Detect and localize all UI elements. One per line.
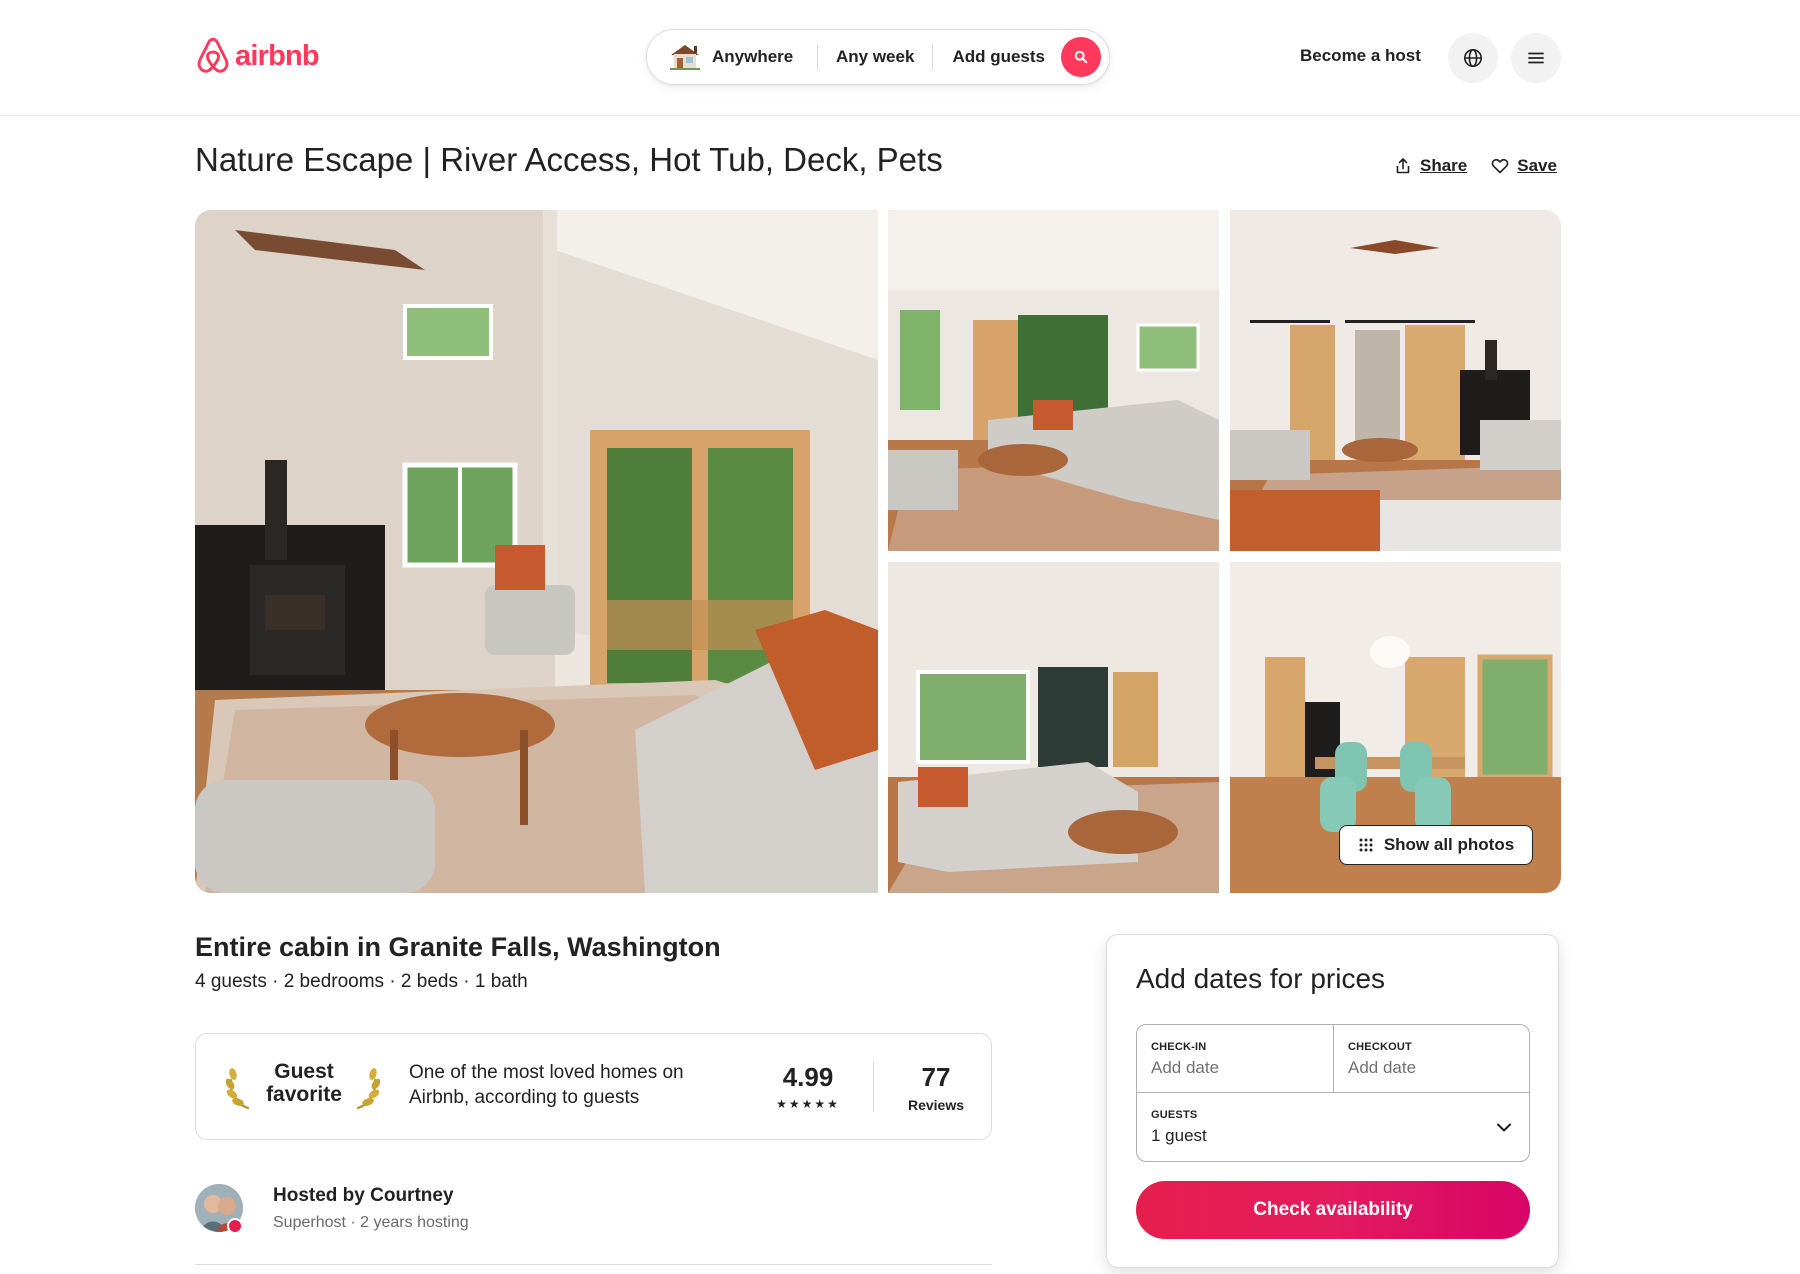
reviews-count[interactable]: 77	[896, 1062, 976, 1093]
listing-facts: 4 guests · 2 bedrooms · 2 beds · 1 bath	[195, 971, 528, 992]
search-icon	[1074, 50, 1088, 64]
show-all-photos-button[interactable]: Show all photos	[1339, 825, 1533, 865]
search-bar[interactable]: Anywhere Any week Add guests	[646, 29, 1110, 85]
booking-fields: CHECK-IN Add date CHECKOUT Add date GUES…	[1136, 1024, 1530, 1162]
search-button[interactable]	[1061, 37, 1101, 77]
house-icon	[670, 45, 700, 70]
photo-kitchen-view[interactable]	[888, 562, 1219, 893]
search-any-week[interactable]: Any week	[818, 47, 932, 67]
laurel-right-icon	[356, 1068, 380, 1110]
become-host-link[interactable]: Become a host	[1300, 46, 1421, 66]
checkin-field[interactable]: CHECK-IN Add date	[1137, 1025, 1334, 1093]
guests-value: 1 guest	[1151, 1126, 1207, 1145]
guest-favorite-description: One of the most loved homes on Airbnb, a…	[409, 1062, 684, 1108]
laurel-left-icon	[226, 1068, 250, 1110]
show-all-photos-label: Show all photos	[1383, 835, 1515, 854]
photo-main-living-room[interactable]	[195, 210, 878, 893]
photo-barn-doors[interactable]	[1230, 210, 1561, 551]
guests-dropdown[interactable]: GUESTS 1 guest	[1137, 1093, 1529, 1161]
logo-text: airbnb	[235, 39, 320, 72]
checkout-label: CHECKOUT	[1348, 1041, 1412, 1053]
airbnb-logo-icon	[197, 37, 229, 73]
checkout-field[interactable]: CHECKOUT Add date	[1334, 1025, 1530, 1093]
save-button[interactable]: Save	[1491, 156, 1557, 176]
checkin-value: Add date	[1151, 1058, 1220, 1077]
guest-favorite-line2: favorite	[266, 1083, 342, 1106]
listing-title: Nature Escape | River Access, Hot Tub, D…	[195, 141, 943, 178]
booking-card: Add dates for prices CHECK-IN Add date C…	[1106, 934, 1559, 1268]
grid-dots-icon	[1359, 838, 1373, 852]
share-icon	[1396, 158, 1410, 174]
share-label: Share	[1420, 156, 1468, 175]
card-divider	[873, 1061, 874, 1112]
rating-stars: ★★★★★	[776, 1097, 840, 1111]
search-anywhere[interactable]: Anywhere	[647, 42, 817, 72]
main-menu-button[interactable]	[1511, 33, 1561, 83]
reviews-label[interactable]: Reviews	[896, 1097, 976, 1113]
photo-sectional-sofa[interactable]	[888, 210, 1219, 551]
hosted-by-text: Hosted by Courtney	[273, 1185, 454, 1206]
superhost-badge-icon	[227, 1218, 243, 1234]
save-label: Save	[1517, 156, 1557, 175]
rating-value: 4.99	[782, 1062, 834, 1092]
title-actions: Share Save	[1394, 156, 1557, 176]
search-anywhere-label: Anywhere	[712, 47, 794, 66]
hamburger-menu-icon	[1528, 52, 1544, 64]
language-button[interactable]	[1448, 33, 1498, 83]
photo-gallery: Show all photos	[195, 210, 1561, 893]
guest-favorite-label: Guest favorite	[251, 1060, 357, 1106]
airbnb-logo[interactable]: airbnb	[195, 36, 320, 76]
host-meta-text: Superhost · 2 years hosting	[273, 1214, 469, 1231]
booking-title: Add dates for prices	[1136, 963, 1386, 994]
guest-favorite-card[interactable]: Guest favorite One of the most loved hom…	[195, 1033, 992, 1140]
check-availability-button[interactable]: Check availability	[1136, 1181, 1530, 1239]
listing-subtitle: Entire cabin in Granite Falls, Washingto…	[195, 932, 721, 962]
sofa-room-image	[888, 210, 1219, 551]
guests-label: GUESTS	[1151, 1109, 1198, 1121]
checkin-label: CHECK-IN	[1151, 1041, 1207, 1053]
chevron-down-icon	[1497, 1123, 1511, 1132]
top-header: airbnb Anywhere Any week Add guests Beco…	[0, 0, 1800, 116]
heart-icon	[1491, 159, 1509, 174]
search-add-guests[interactable]: Add guests	[933, 47, 1045, 67]
share-button[interactable]: Share	[1394, 156, 1467, 176]
globe-icon	[1464, 49, 1482, 67]
living-room-image	[195, 210, 878, 893]
kitchen-view-image	[888, 562, 1219, 893]
guest-favorite-line1: Guest	[274, 1060, 334, 1083]
checkout-value: Add date	[1348, 1058, 1417, 1077]
barn-door-room-image	[1230, 210, 1561, 551]
section-divider	[195, 1264, 992, 1265]
